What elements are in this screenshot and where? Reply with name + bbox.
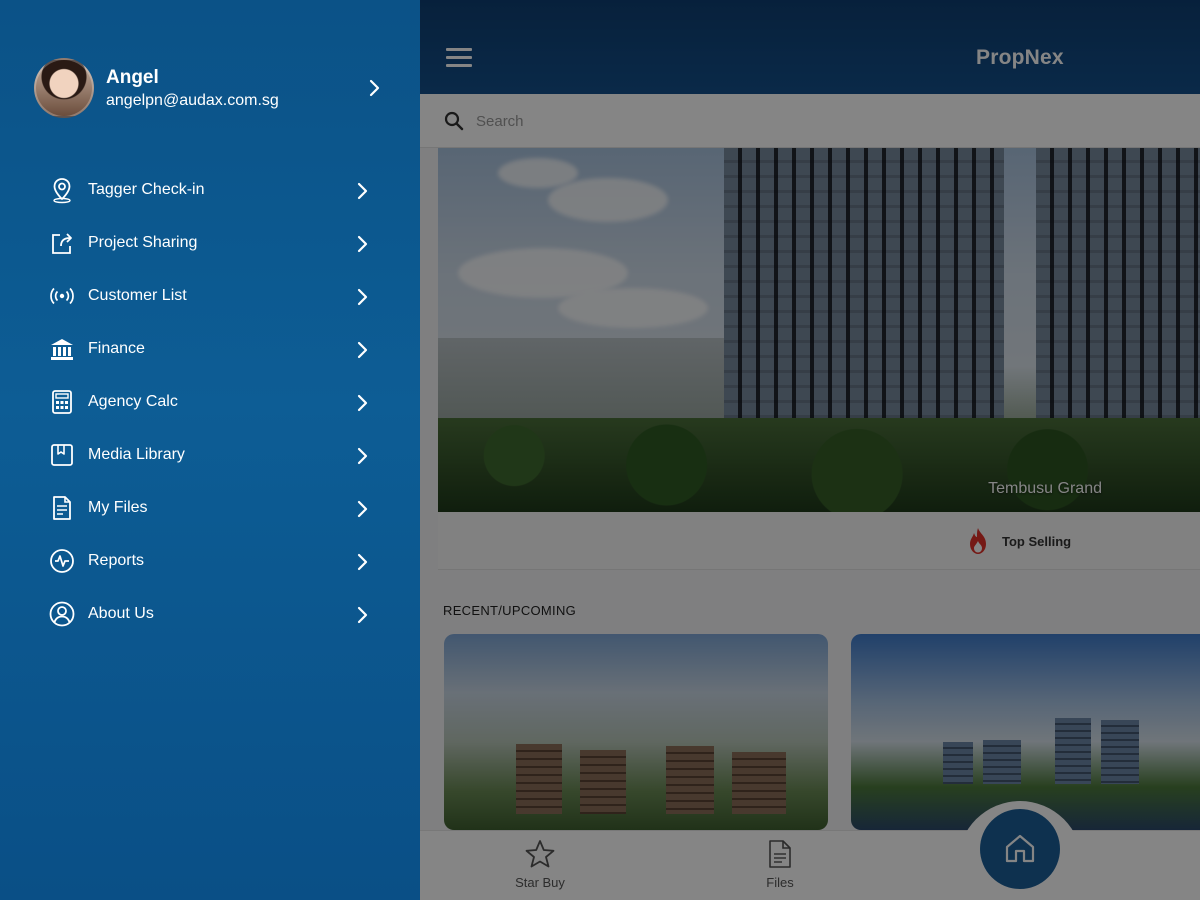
chevron-right-icon (357, 606, 368, 624)
menu-item-finance[interactable]: Finance (0, 323, 420, 375)
menu-item-label: Tagger Check-in (88, 181, 205, 198)
menu-item-agency-calc[interactable]: Agency Calc (0, 376, 420, 428)
menu-item-label: My Files (88, 499, 148, 516)
menu-item-label: Media Library (88, 446, 185, 463)
share-icon (52, 233, 72, 254)
menu-item-customer-list[interactable]: Customer List (0, 270, 420, 322)
chevron-right-icon (357, 182, 368, 200)
bank-icon (51, 339, 73, 360)
chevron-right-icon (357, 235, 368, 253)
avatar (34, 58, 94, 118)
broadcast-icon (50, 287, 74, 305)
calculator-icon (52, 390, 72, 414)
profile-email: angelpn@audax.com.sg (106, 92, 279, 109)
profile-name: Angel (106, 67, 159, 88)
drawer-overlay-scrim[interactable] (420, 0, 1200, 900)
menu-item-media-library[interactable]: Media Library (0, 429, 420, 481)
menu-item-label: About Us (88, 605, 154, 622)
menu-item-project-sharing[interactable]: Project Sharing (0, 217, 420, 269)
reports-icon (50, 549, 74, 573)
chevron-right-icon (357, 288, 368, 306)
menu-item-label: Project Sharing (88, 234, 198, 251)
chevron-right-icon (369, 79, 380, 97)
document-icon (53, 496, 71, 520)
profile-header[interactable]: Angel angelpn@audax.com.sg (34, 58, 394, 120)
chevron-right-icon (357, 553, 368, 571)
menu-item-reports[interactable]: Reports (0, 535, 420, 587)
chevron-right-icon (357, 447, 368, 465)
menu-item-label: Reports (88, 552, 145, 569)
menu-item-tagger-check-in[interactable]: Tagger Check-in (0, 164, 420, 216)
menu-item-label: Customer List (88, 287, 187, 304)
chevron-right-icon (357, 341, 368, 359)
menu-item-label: Agency Calc (88, 393, 178, 410)
chevron-right-icon (357, 394, 368, 412)
chevron-right-icon (357, 500, 368, 518)
navigation-drawer: Angel angelpn@audax.com.sg Tagger Check-… (0, 0, 420, 900)
menu-item-about-us[interactable]: About Us (0, 588, 420, 640)
media-icon (51, 444, 73, 466)
user-circle-icon (49, 601, 75, 627)
menu-item-my-files[interactable]: My Files (0, 482, 420, 534)
location-pin-icon (53, 178, 71, 204)
menu-item-label: Finance (88, 340, 145, 357)
